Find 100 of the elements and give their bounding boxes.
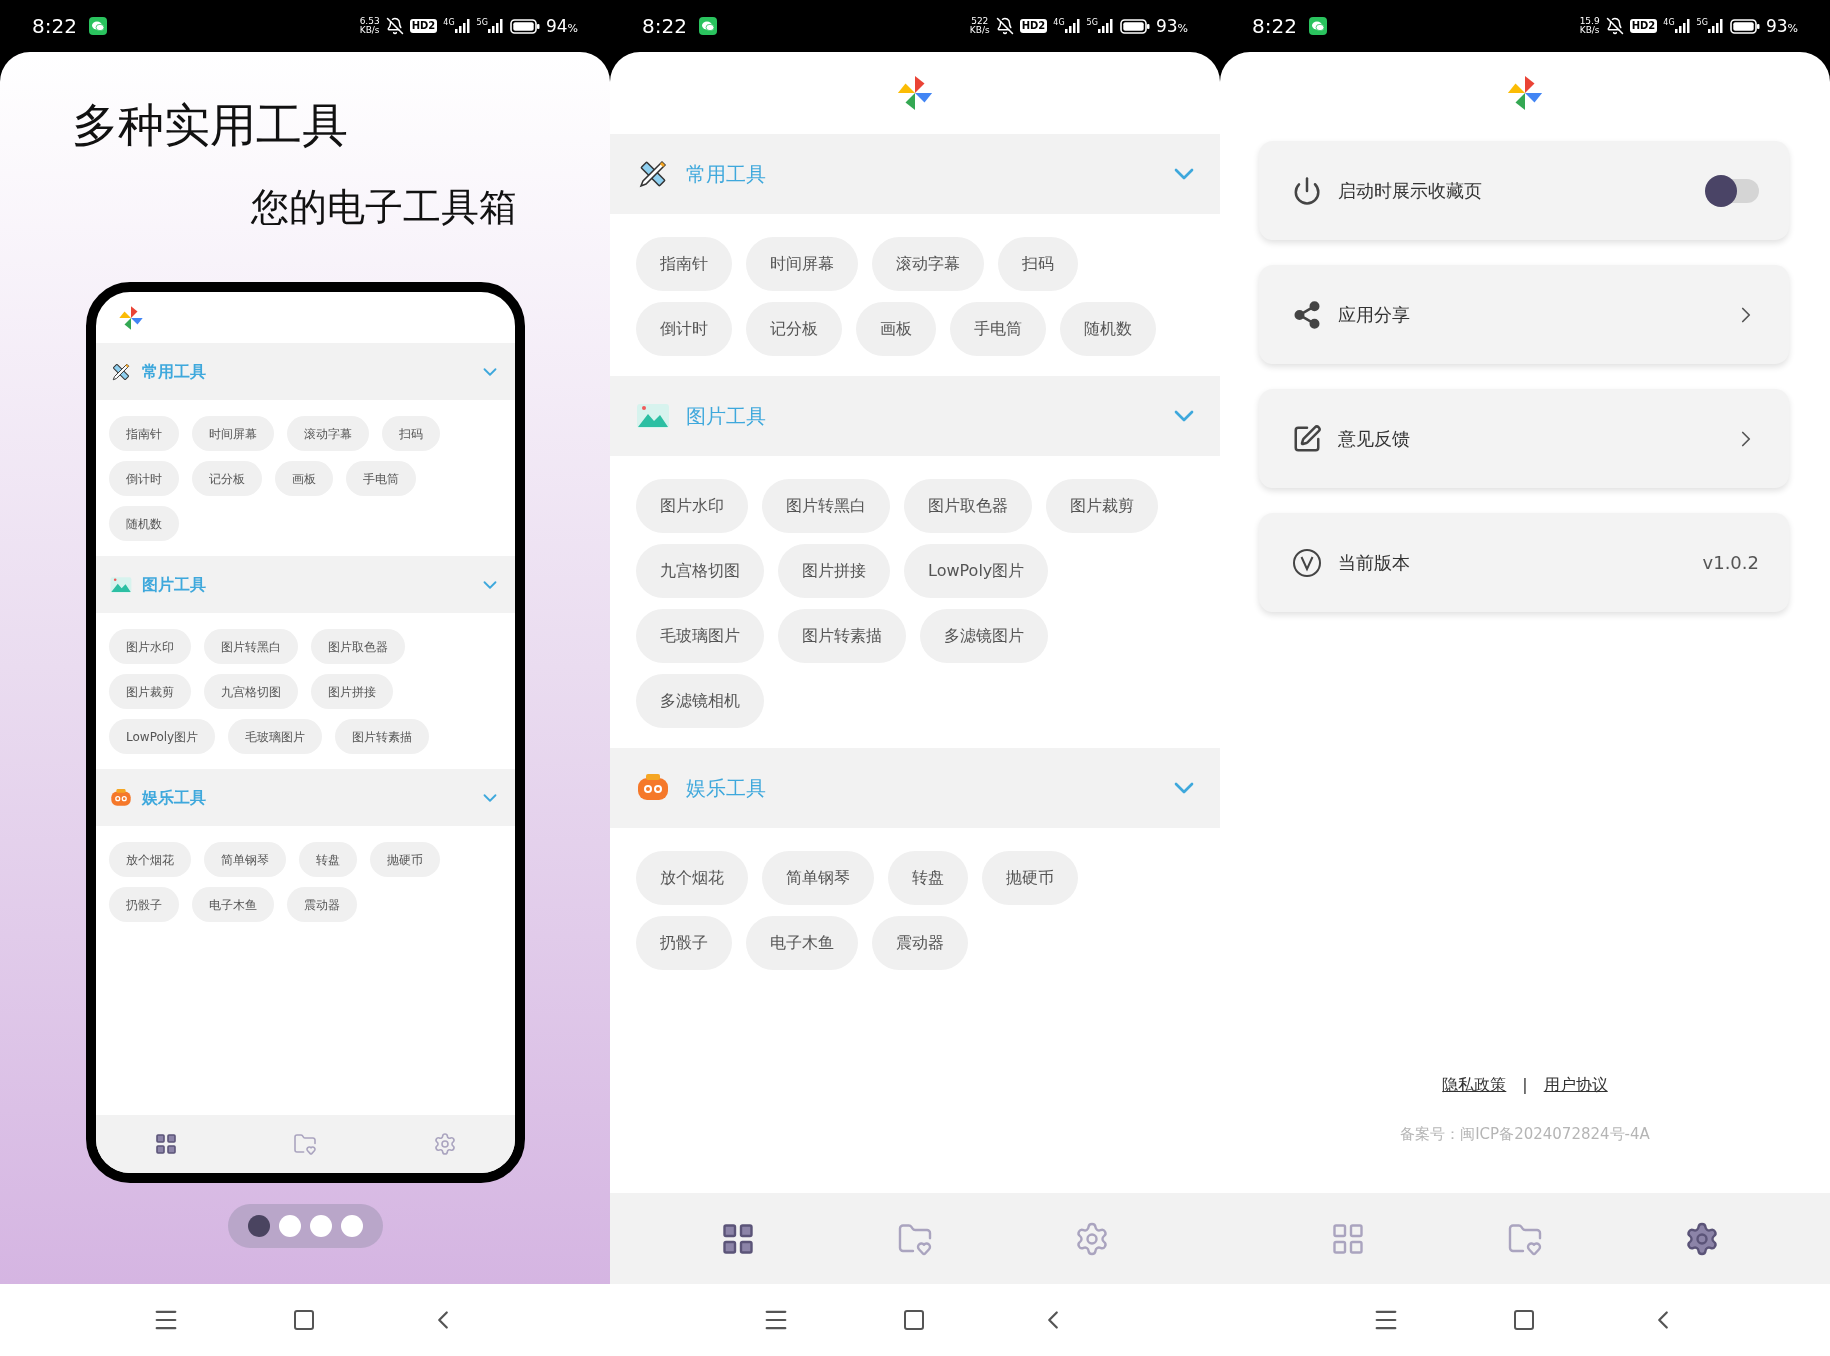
battery-icon	[1729, 18, 1760, 34]
version-number: v1.0.2	[1702, 551, 1759, 575]
tool-chip[interactable]: LowPoly图片	[109, 719, 216, 754]
settings-card[interactable]: 启动时展示收藏页	[1259, 141, 1789, 240]
privacy-policy-link[interactable]: 隐私政策	[1442, 1072, 1507, 1097]
tool-chip[interactable]: LowPoly图片	[904, 544, 1049, 598]
settings-card[interactable]: 应用分享	[1259, 265, 1789, 364]
tool-chip[interactable]: 图片取色器	[904, 479, 1032, 533]
network-type: 4G	[1663, 19, 1675, 27]
tool-chip[interactable]: 指南针	[636, 237, 732, 291]
network-type: 4G	[1053, 19, 1065, 27]
grid-tab-icon[interactable]	[153, 1132, 178, 1156]
signal-icon	[1674, 19, 1691, 33]
tool-chip[interactable]: 记分板	[746, 302, 842, 356]
chat-app-icon	[1308, 17, 1327, 35]
home-icon[interactable]	[292, 1308, 316, 1332]
home-icon[interactable]	[1512, 1308, 1536, 1332]
tool-chip[interactable]: 扔骰子	[636, 916, 732, 970]
tool-chip[interactable]: 画板	[275, 461, 333, 496]
network-type: 4G	[443, 19, 455, 27]
robot-face-icon	[110, 786, 132, 809]
tool-chip[interactable]: 扫码	[382, 416, 440, 451]
settings-card[interactable]: 意见反馈	[1259, 389, 1789, 488]
tool-chip[interactable]: 震动器	[872, 916, 968, 970]
intro-title: 多种实用工具	[72, 102, 349, 148]
tool-chip[interactable]: 抛硬币	[982, 851, 1078, 905]
pinwheel-logo	[1506, 74, 1544, 112]
tool-chip[interactable]: 扔骰子	[109, 887, 179, 922]
tool-chip[interactable]: 倒计时	[636, 302, 732, 356]
user-agreement-link[interactable]: 用户协议	[1543, 1072, 1608, 1097]
network-type: 5G	[476, 19, 488, 27]
tool-chip[interactable]: 图片裁剪	[1046, 479, 1158, 533]
tool-chip[interactable]: 转盘	[299, 842, 357, 877]
version-icon	[1292, 547, 1322, 578]
tool-chip[interactable]: 记分板	[192, 461, 262, 496]
tool-chip[interactable]: 图片裁剪	[109, 674, 191, 709]
tool-chip[interactable]: 九宫格切图	[636, 544, 764, 598]
tool-chip[interactable]: 随机数	[1060, 302, 1156, 356]
tool-chip[interactable]: 放个烟花	[636, 851, 748, 905]
tool-chip[interactable]: 图片转黑白	[762, 479, 890, 533]
mute-icon	[995, 17, 1014, 35]
tool-chip[interactable]: 图片水印	[109, 629, 191, 664]
mute-icon	[1605, 17, 1624, 35]
tool-chip[interactable]: 电子木鱼	[746, 916, 858, 970]
tool-chip[interactable]: 指南针	[109, 416, 179, 451]
tool-chip[interactable]: 图片转素描	[335, 719, 430, 754]
chat-app-icon	[88, 17, 107, 35]
battery-icon	[1119, 18, 1150, 34]
chat-app-icon	[698, 17, 717, 35]
tool-chip[interactable]: 多滤镜图片	[920, 609, 1048, 663]
tool-chip[interactable]: 倒计时	[109, 461, 179, 496]
tool-chip[interactable]: 图片转黑白	[204, 629, 298, 664]
tool-chip[interactable]: 图片转素描	[778, 609, 906, 663]
network-type: 5G	[1086, 19, 1098, 27]
home-icon[interactable]	[902, 1308, 926, 1332]
tool-chip[interactable]: 图片拼接	[778, 544, 890, 598]
tool-chip[interactable]: 随机数	[109, 506, 179, 541]
share-icon	[1292, 299, 1322, 330]
intro-subtitle: 您的电子工具箱	[251, 188, 517, 226]
tool-chip[interactable]: 转盘	[888, 851, 968, 905]
battery-percent: 93%	[1155, 17, 1188, 35]
tool-chip[interactable]: 毛玻璃图片	[636, 609, 764, 663]
tool-chip[interactable]: 抛硬币	[370, 842, 440, 877]
tool-chip[interactable]: 震动器	[287, 887, 357, 922]
signal-icon	[487, 19, 504, 33]
tool-chip[interactable]: 简单钢琴	[762, 851, 874, 905]
settings-card[interactable]: 当前版本 v1.0.2	[1259, 513, 1789, 612]
tool-chip[interactable]: 放个烟花	[109, 842, 191, 877]
tool-chip[interactable]: 图片拼接	[311, 674, 393, 709]
tool-chip[interactable]: 毛玻璃图片	[228, 719, 323, 754]
tool-chip[interactable]: 扫码	[998, 237, 1078, 291]
tool-chip[interactable]: 图片取色器	[311, 629, 405, 664]
signal-icon	[454, 19, 471, 33]
hd-badge: HD2	[1629, 19, 1658, 33]
tool-chip[interactable]: 滚动字幕	[287, 416, 369, 451]
tool-chip[interactable]: 手电筒	[950, 302, 1046, 356]
hd-badge: HD2	[1019, 19, 1048, 33]
signal-icon	[1064, 19, 1081, 33]
battery-icon	[509, 18, 540, 34]
link-separator: |	[1522, 1073, 1528, 1096]
edit-icon	[1292, 423, 1322, 454]
tool-chip[interactable]: 滚动字幕	[872, 237, 984, 291]
status-time: 8:22	[642, 13, 687, 40]
power-icon	[1292, 175, 1322, 206]
network-speed: 522 KB/s	[969, 17, 990, 35]
tool-chip[interactable]: 手电筒	[346, 461, 416, 496]
signal-icon	[1707, 19, 1724, 33]
tool-chip[interactable]: 图片水印	[636, 479, 748, 533]
tool-chip[interactable]: 简单钢琴	[204, 842, 286, 877]
signal-icon	[1097, 19, 1114, 33]
network-speed: 6.53 KB/s	[359, 17, 380, 35]
tool-chip[interactable]: 时间屏幕	[746, 237, 858, 291]
battery-percent: 94%	[545, 17, 578, 35]
tool-chip[interactable]: 画板	[856, 302, 936, 356]
tool-chip[interactable]: 时间屏幕	[192, 416, 274, 451]
network-speed: 15.9 KB/s	[1579, 17, 1600, 35]
tool-chip[interactable]: 九宫格切图	[204, 674, 298, 709]
tool-chip[interactable]: 多滤镜相机	[636, 674, 764, 728]
tool-chip[interactable]: 电子木鱼	[192, 887, 274, 922]
hd-badge: HD2	[409, 19, 438, 33]
